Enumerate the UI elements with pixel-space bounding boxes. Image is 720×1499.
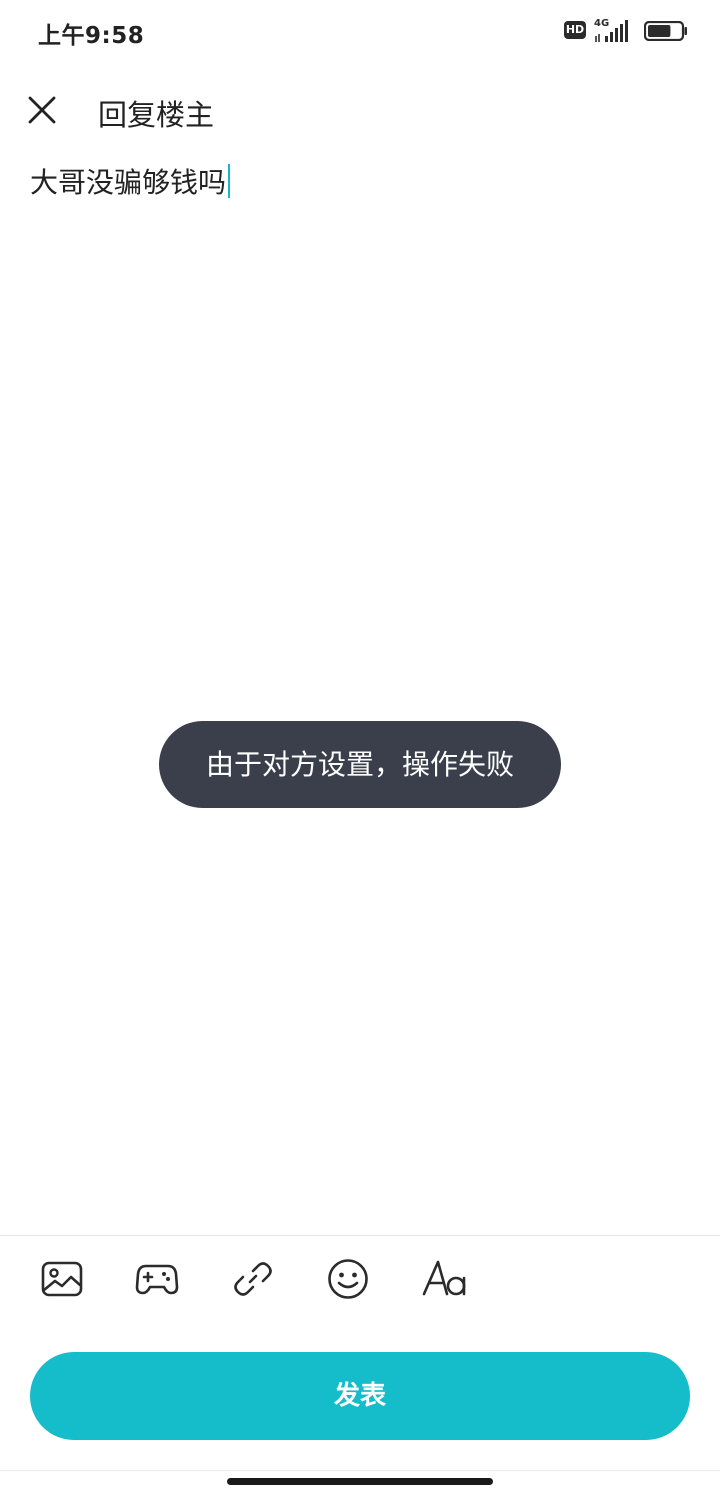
home-indicator[interactable]	[227, 1478, 493, 1485]
hd-badge: HD	[564, 21, 586, 39]
close-icon[interactable]	[22, 90, 62, 130]
reply-text: 大哥没骗够钱吗	[30, 166, 227, 199]
status-bar: 上午9:58 HD 4G	[0, 0, 720, 64]
gamepad-icon[interactable]	[135, 1257, 179, 1301]
status-icons: HD 4G	[564, 18, 694, 46]
toast-message: 由于对方设置，操作失败	[159, 721, 561, 808]
page-title: 回复楼主	[98, 98, 215, 132]
nav-divider	[0, 1470, 720, 1471]
image-icon[interactable]	[40, 1257, 84, 1301]
battery-icon	[643, 20, 688, 42]
publish-button[interactable]: 发表	[30, 1352, 690, 1440]
editor-toolbar	[0, 1236, 720, 1326]
signal-icon: 4G	[594, 18, 636, 44]
emoji-icon[interactable]	[326, 1257, 370, 1301]
link-icon[interactable]	[231, 1257, 275, 1301]
text-caret	[228, 164, 231, 198]
reply-editor[interactable]: 大哥没骗够钱吗	[30, 160, 690, 1200]
header: 回复楼主	[0, 72, 720, 152]
text-format-icon[interactable]	[421, 1257, 471, 1301]
status-time: 上午9:58	[38, 23, 145, 49]
